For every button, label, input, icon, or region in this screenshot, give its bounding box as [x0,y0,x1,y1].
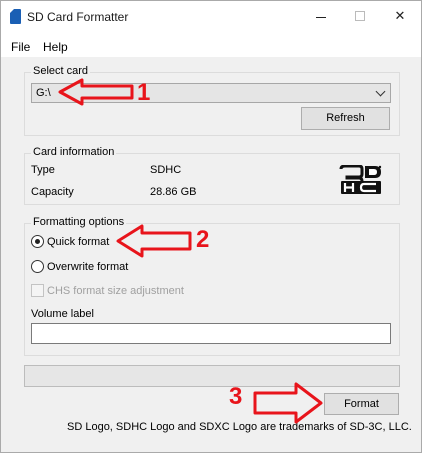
volume-label-caption: Volume label [31,308,94,320]
format-button[interactable]: Format [324,393,399,415]
overwrite-format-label[interactable]: Overwrite format [47,261,128,273]
menu-help[interactable]: Help [43,40,68,54]
menu-file[interactable]: File [11,40,30,54]
close-button[interactable]: ✕ [382,1,418,32]
volume-label-input[interactable] [31,323,391,344]
formatting-options-group-label: Formatting options [31,216,127,228]
maximize-icon [355,11,365,21]
sdhc-logo-icon [339,165,382,194]
select-card-group-label: Select card [31,65,91,77]
minimize-button[interactable] [303,1,339,32]
capacity-value: 28.86 GB [150,186,197,198]
format-progress-bar [24,365,400,387]
chevron-down-icon [375,86,386,97]
window-title: SD Card Formatter [27,10,129,24]
annotation-number-3: 3 [229,383,243,410]
quick-format-label[interactable]: Quick format [47,236,109,248]
sd-card-formatter-window: SD Card Formatter ✕ File Help Select car… [0,0,422,453]
refresh-button[interactable]: Refresh [301,107,390,130]
annotation-number-1: 1 [137,79,151,106]
card-select-value: G:\ [36,87,51,99]
annotation-number-2: 2 [196,226,210,253]
card-select-dropdown[interactable]: G:\ [31,83,391,103]
chs-format-checkbox[interactable] [31,284,44,297]
type-value: SDHC [150,164,182,176]
maximize-button[interactable] [342,1,378,32]
close-icon: ✕ [394,8,406,23]
trademark-footer: SD Logo, SDHC Logo and SDXC Logo are tra… [67,421,412,433]
overwrite-format-radio[interactable] [31,260,44,273]
sd-card-app-icon [10,9,21,24]
title-bar: SD Card Formatter ✕ [1,1,421,32]
type-label: Type [31,164,55,176]
card-information-group-label: Card information [31,146,117,158]
menu-bar: File Help [1,32,421,57]
minimize-icon [316,17,326,18]
capacity-label: Capacity [31,186,74,198]
quick-format-radio[interactable] [31,235,44,248]
chs-format-label: CHS format size adjustment [47,285,184,297]
